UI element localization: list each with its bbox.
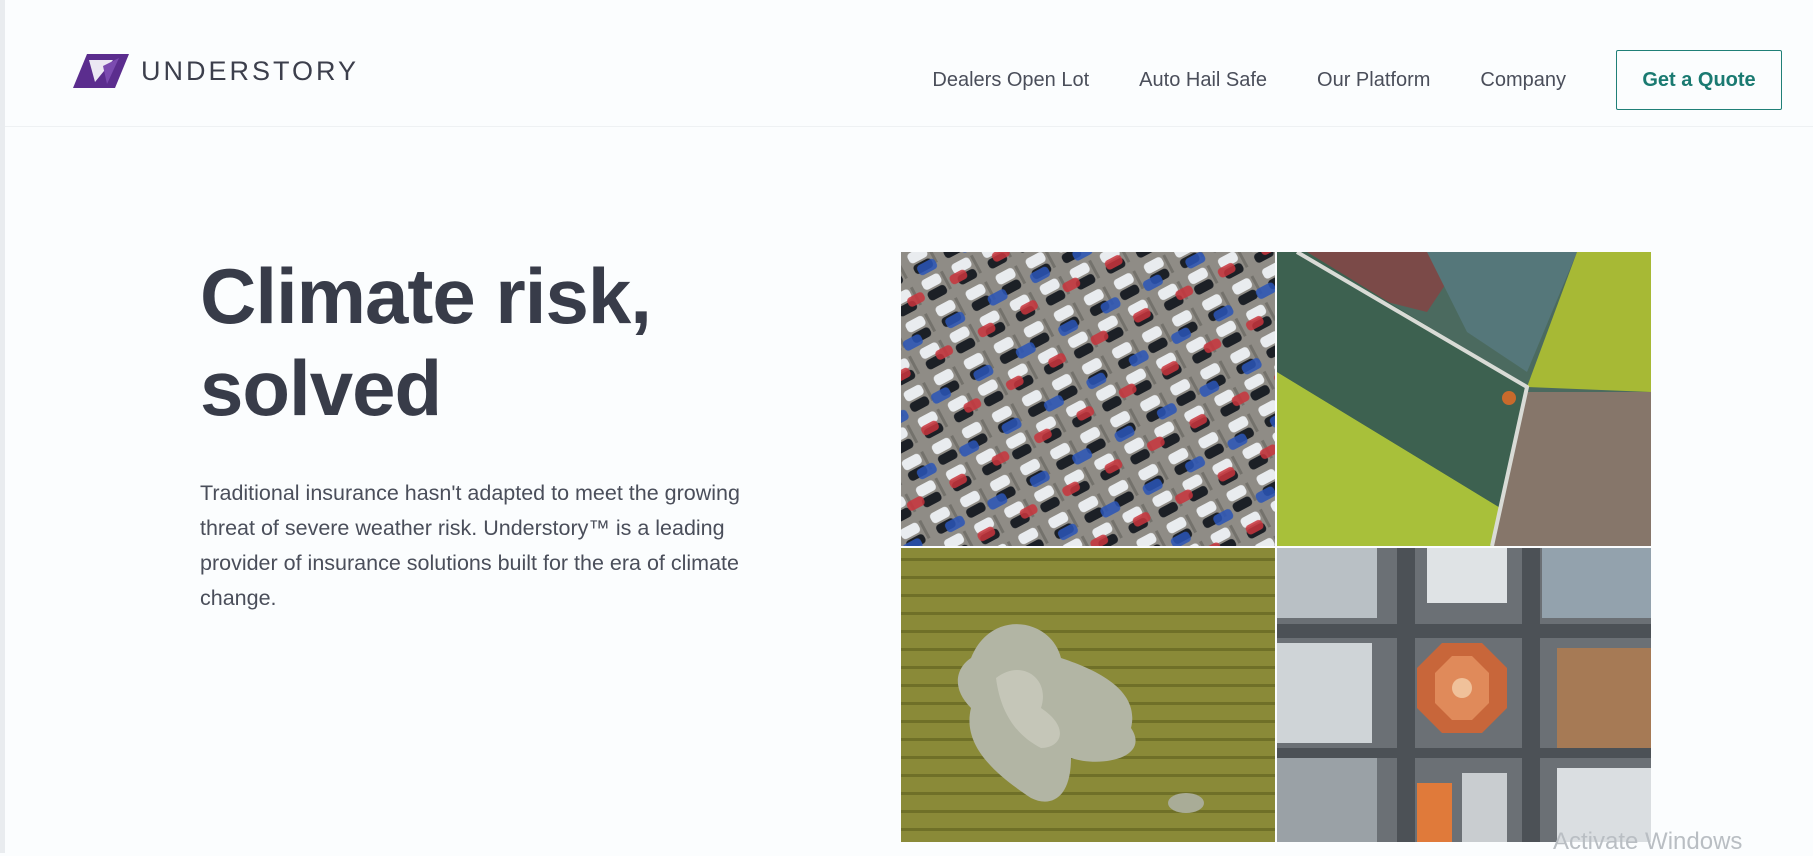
main-nav: Dealers Open Lot Auto Hail Safe Our Plat…: [932, 49, 1813, 111]
nav-dealers-open-lot[interactable]: Dealers Open Lot: [932, 69, 1089, 92]
hero-image-grid: [901, 252, 1651, 842]
get-a-quote-button[interactable]: Get a Quote: [1616, 50, 1782, 110]
understory-logo-icon: [73, 54, 129, 88]
hero-title-line-2: solved: [200, 344, 442, 432]
city-intersection-aerial-image: [1277, 548, 1651, 842]
hero-title: Climate risk, solved: [200, 250, 760, 434]
hero-description: Traditional insurance hasn't adapted to …: [200, 481, 740, 610]
hero-title-line-1: Climate risk,: [200, 252, 652, 340]
nav-auto-hail-safe[interactable]: Auto Hail Safe: [1139, 69, 1267, 92]
nav-our-platform[interactable]: Our Platform: [1317, 69, 1430, 92]
window-edge: [0, 0, 5, 853]
activate-windows-watermark: Activate Windows: [1553, 828, 1743, 855]
parking-lot-aerial-image: [901, 252, 1275, 546]
crop-damage-aerial-image: [901, 548, 1275, 842]
site-header: UNDERSTORY Dealers Open Lot Auto Hail Sa…: [5, 0, 1813, 127]
brand-logo[interactable]: UNDERSTORY: [73, 54, 359, 88]
farm-fields-aerial-image: [1277, 252, 1651, 546]
brand-name: UNDERSTORY: [141, 55, 360, 86]
nav-company[interactable]: Company: [1480, 69, 1566, 92]
